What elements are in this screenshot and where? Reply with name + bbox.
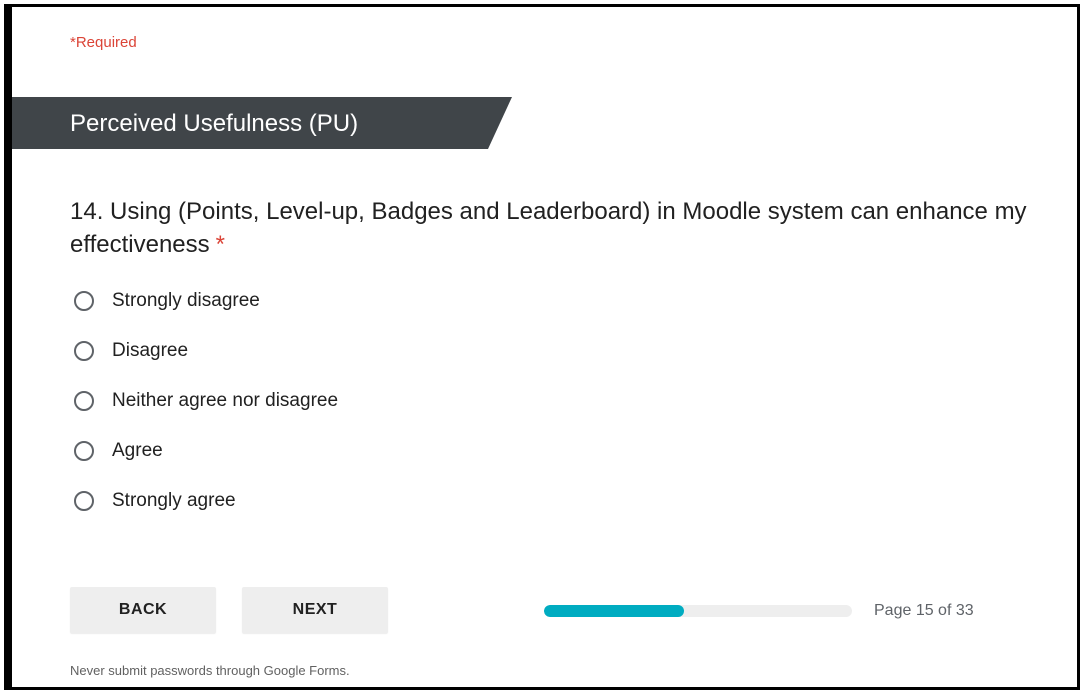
form-page: *Required Perceived Usefulness (PU) 14. … — [4, 4, 1080, 690]
progress-bar-fill — [544, 605, 684, 617]
answer-options: Strongly disagree Disagree Neither agree… — [74, 276, 338, 526]
section-title: Perceived Usefulness (PU) — [70, 110, 359, 137]
back-button[interactable]: BACK — [70, 587, 216, 633]
radio-button-icon[interactable] — [74, 391, 94, 411]
option-strongly-agree[interactable]: Strongly agree — [74, 476, 338, 526]
required-note: *Required — [70, 34, 137, 51]
option-strongly-disagree[interactable]: Strongly disagree — [74, 276, 338, 326]
option-label: Neither agree nor disagree — [112, 390, 339, 411]
option-label: Agree — [112, 440, 163, 461]
password-warning: Never submit passwords through Google Fo… — [70, 663, 350, 678]
option-label: Disagree — [112, 340, 189, 361]
radio-button-icon[interactable] — [74, 441, 94, 461]
option-label: Strongly disagree — [112, 290, 260, 311]
option-label: Strongly agree — [112, 490, 236, 511]
radio-button-icon[interactable] — [74, 491, 94, 511]
required-asterisk: * — [215, 231, 225, 258]
radio-button-icon[interactable] — [74, 291, 94, 311]
progress-bar — [544, 605, 852, 617]
page-indicator: Page 15 of 33 — [874, 602, 974, 619]
option-neither-agree-nor-disagree[interactable]: Neither agree nor disagree — [74, 376, 338, 426]
question-title: 14. Using (Points, Level-up, Badges and … — [70, 195, 1050, 261]
option-agree[interactable]: Agree — [74, 426, 338, 476]
question-text: 14. Using (Points, Level-up, Badges and … — [70, 198, 1027, 258]
next-button[interactable]: NEXT — [242, 587, 388, 633]
radio-button-icon[interactable] — [74, 341, 94, 361]
option-disagree[interactable]: Disagree — [74, 326, 338, 376]
